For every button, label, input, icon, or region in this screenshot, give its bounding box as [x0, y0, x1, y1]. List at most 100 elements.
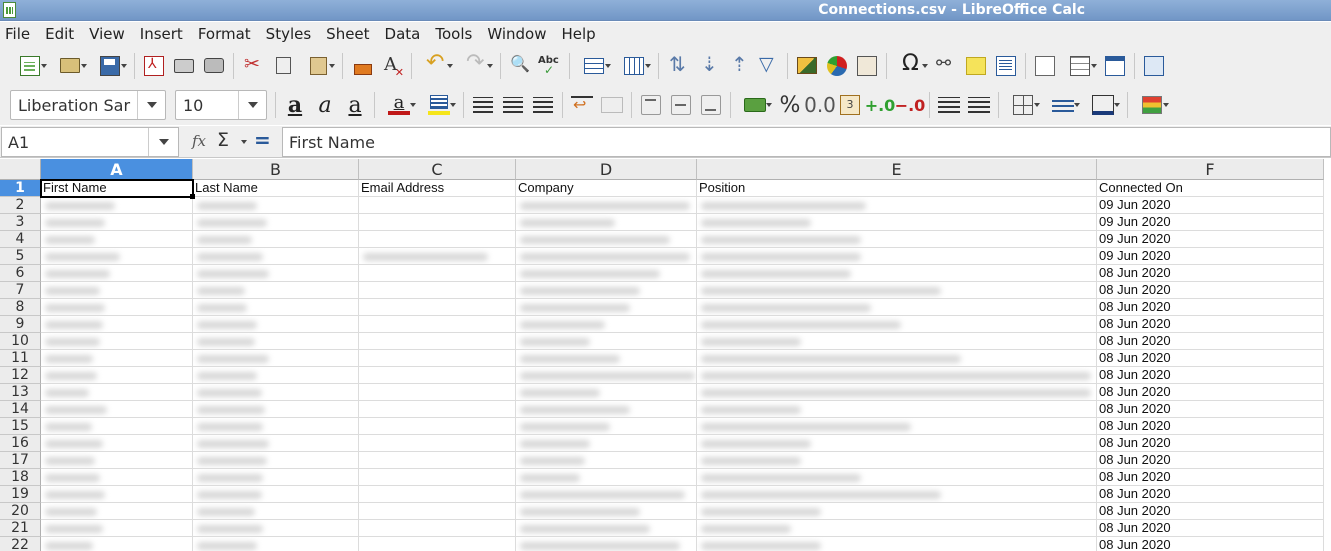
cell-e6[interactable] — [697, 265, 1097, 282]
cell-b13[interactable] — [193, 384, 359, 401]
number-format-button[interactable]: 0.0 — [804, 91, 836, 119]
sum-icon[interactable]: Σ — [217, 129, 229, 151]
chevron-down-icon[interactable] — [137, 91, 165, 119]
cell-b8[interactable] — [193, 299, 359, 316]
undo-button[interactable] — [416, 50, 456, 80]
cell-a10[interactable] — [41, 333, 193, 350]
cell-c19[interactable] — [359, 486, 516, 503]
cut-button[interactable] — [238, 52, 268, 80]
row-header[interactable]: 17 — [0, 452, 41, 469]
row-header[interactable]: 9 — [0, 316, 41, 333]
cell-f15[interactable]: 08 Jun 2020 — [1097, 418, 1324, 435]
special-character-button[interactable] — [891, 51, 931, 80]
cell-f17[interactable]: 08 Jun 2020 — [1097, 452, 1324, 469]
cell-e4[interactable] — [697, 231, 1097, 248]
cell-d10[interactable] — [516, 333, 697, 350]
cell-f12[interactable]: 08 Jun 2020 — [1097, 367, 1324, 384]
cell-a3[interactable] — [41, 214, 193, 231]
formula-icon[interactable]: = — [254, 128, 271, 152]
cell-a9[interactable] — [41, 316, 193, 333]
cell-f19[interactable]: 08 Jun 2020 — [1097, 486, 1324, 503]
cell-a12[interactable] — [41, 367, 193, 384]
cell-c5[interactable] — [359, 248, 516, 265]
column-header-f[interactable]: F — [1097, 159, 1324, 180]
spelling-button[interactable] — [535, 52, 565, 80]
cell-b2[interactable] — [193, 197, 359, 214]
cell-c13[interactable] — [359, 384, 516, 401]
cell-b17[interactable] — [193, 452, 359, 469]
cell-d18[interactable] — [516, 469, 697, 486]
font-name-combo[interactable]: Liberation Sar — [10, 90, 166, 120]
row-header[interactable]: 4 — [0, 231, 41, 248]
cell-c16[interactable] — [359, 435, 516, 452]
cell-a4[interactable] — [41, 231, 193, 248]
row-header[interactable]: 15 — [0, 418, 41, 435]
row-header[interactable]: 20 — [0, 503, 41, 520]
conditional-format-button[interactable] — [1132, 91, 1172, 119]
cell-d8[interactable] — [516, 299, 697, 316]
cell-c12[interactable] — [359, 367, 516, 384]
italic-button[interactable]: a — [310, 91, 340, 119]
merge-center-button[interactable] — [597, 91, 627, 119]
cell-b7[interactable] — [193, 282, 359, 299]
column-button[interactable] — [614, 52, 654, 80]
redo-button[interactable] — [456, 50, 496, 80]
row-header[interactable]: 5 — [0, 248, 41, 265]
cell-f4[interactable]: 09 Jun 2020 — [1097, 231, 1324, 248]
sidebar-button[interactable] — [1139, 52, 1169, 80]
cell-e11[interactable] — [697, 350, 1097, 367]
pivot-table-button[interactable] — [852, 52, 882, 80]
sum-dropdown-icon[interactable] — [241, 140, 247, 144]
cell-a21[interactable] — [41, 520, 193, 537]
borders-button[interactable] — [1003, 91, 1043, 119]
cell-e5[interactable] — [697, 248, 1097, 265]
find-replace-button[interactable] — [505, 52, 535, 80]
cell-b15[interactable] — [193, 418, 359, 435]
cell-c11[interactable] — [359, 350, 516, 367]
cell-b20[interactable] — [193, 503, 359, 520]
cell-c17[interactable] — [359, 452, 516, 469]
cell-a17[interactable] — [41, 452, 193, 469]
cell-c10[interactable] — [359, 333, 516, 350]
menu-edit[interactable]: Edit — [38, 22, 82, 46]
open-button[interactable] — [50, 52, 90, 80]
insert-chart-button[interactable] — [822, 52, 852, 80]
align-right-button[interactable] — [528, 91, 558, 119]
cell-e19[interactable] — [697, 486, 1097, 503]
row-header[interactable]: 11 — [0, 350, 41, 367]
cell-f9[interactable]: 08 Jun 2020 — [1097, 316, 1324, 333]
cell-a22[interactable] — [41, 537, 193, 551]
cell-e21[interactable] — [697, 520, 1097, 537]
align-left-button[interactable] — [468, 91, 498, 119]
freeze-rows-columns-button[interactable] — [1060, 52, 1100, 80]
cell-b16[interactable] — [193, 435, 359, 452]
cell-c14[interactable] — [359, 401, 516, 418]
bold-button[interactable]: a — [280, 91, 310, 119]
align-top-button[interactable] — [636, 91, 666, 119]
cell-b19[interactable] — [193, 486, 359, 503]
export-pdf-button[interactable] — [139, 52, 169, 80]
cell-e2[interactable] — [697, 197, 1097, 214]
column-header-c[interactable]: C — [359, 159, 516, 180]
menu-file[interactable]: File — [0, 22, 38, 46]
cell-d16[interactable] — [516, 435, 697, 452]
cell-c1[interactable]: Email Address — [359, 180, 516, 197]
cell-c3[interactable] — [359, 214, 516, 231]
cell-c21[interactable] — [359, 520, 516, 537]
underline-button[interactable]: a — [340, 91, 370, 119]
name-box[interactable]: A1 — [1, 127, 179, 157]
cell-a11[interactable] — [41, 350, 193, 367]
cell-f5[interactable]: 09 Jun 2020 — [1097, 248, 1324, 265]
cell-f3[interactable]: 09 Jun 2020 — [1097, 214, 1324, 231]
define-print-area-button[interactable] — [1030, 52, 1060, 80]
cell-e15[interactable] — [697, 418, 1097, 435]
sort-button[interactable] — [663, 52, 693, 80]
date-format-button[interactable]: 3 — [835, 91, 865, 119]
cell-b22[interactable] — [193, 537, 359, 551]
menu-data[interactable]: Data — [378, 22, 429, 46]
cell-b5[interactable] — [193, 248, 359, 265]
show-headers-button[interactable] — [1100, 52, 1130, 80]
column-header-e[interactable]: E — [697, 159, 1097, 180]
cell-e10[interactable] — [697, 333, 1097, 350]
cell-f22[interactable]: 08 Jun 2020 — [1097, 537, 1324, 551]
